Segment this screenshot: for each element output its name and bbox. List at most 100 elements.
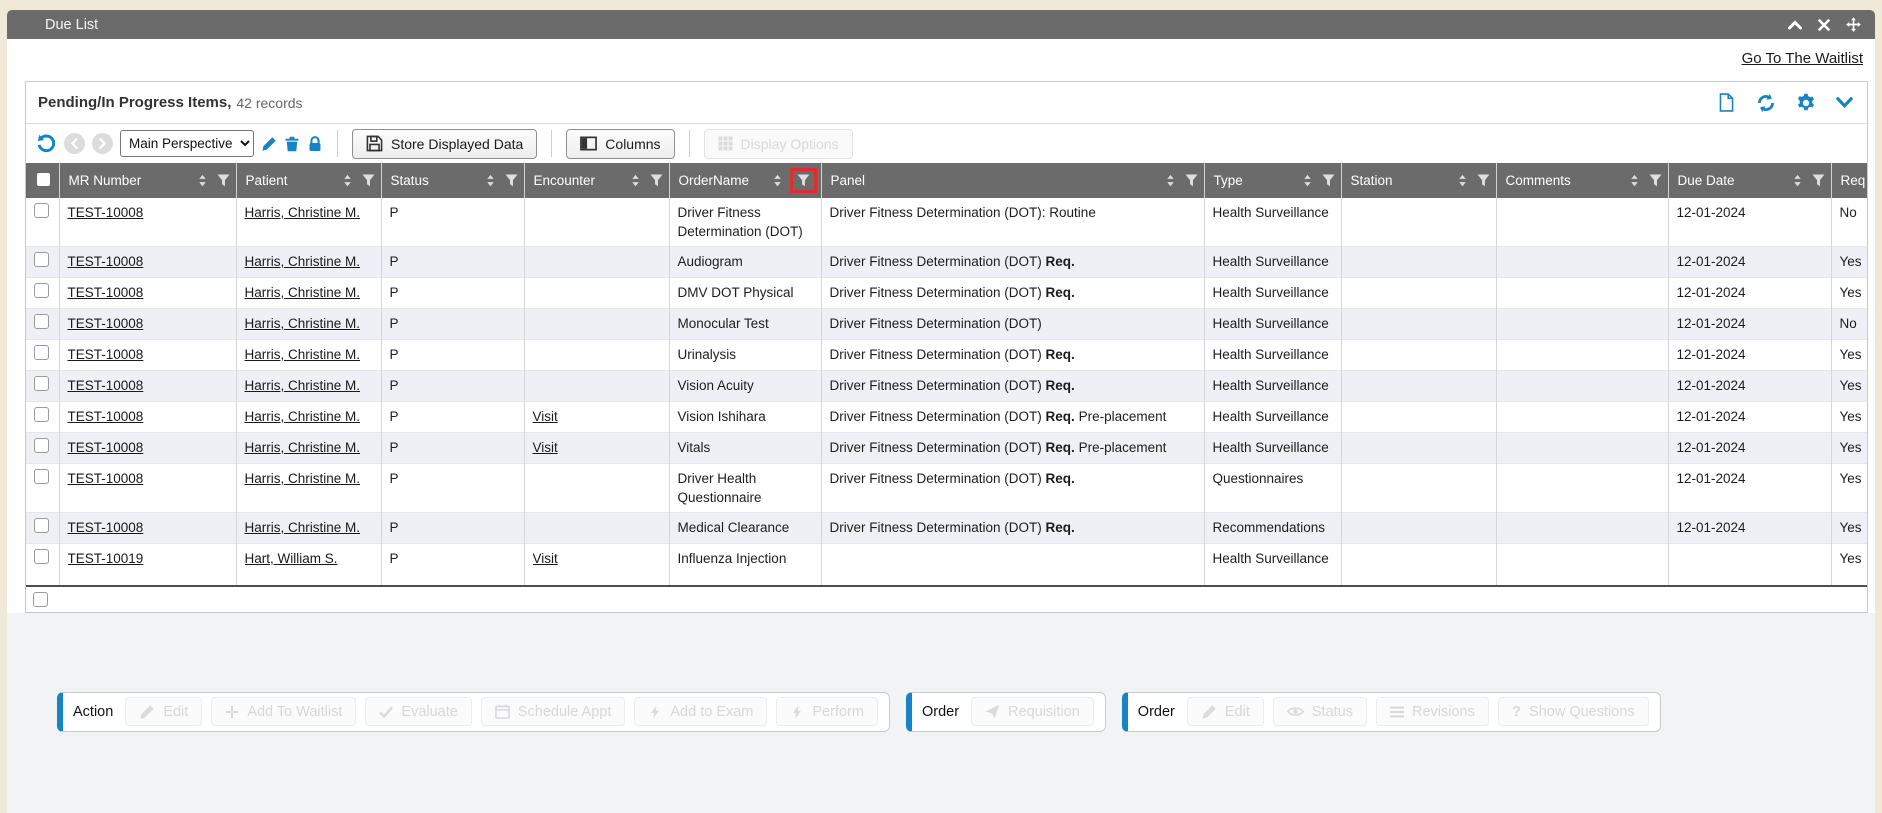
visit-link[interactable]: Visit: [533, 551, 558, 566]
display-options-button[interactable]: Display Options: [704, 129, 853, 159]
column-header-due[interactable]: Due Date: [1668, 163, 1831, 198]
funnel-icon[interactable]: [505, 174, 518, 187]
sort-icon[interactable]: [1628, 174, 1641, 187]
visit-link[interactable]: Visit: [533, 440, 558, 455]
add-to-exam-button[interactable]: Add to Exam: [634, 697, 767, 726]
previous-perspective-button[interactable]: [64, 133, 85, 154]
revisions-button[interactable]: Revisions: [1376, 697, 1489, 726]
row-checkbox[interactable]: [34, 407, 49, 422]
funnel-icon[interactable]: [1477, 174, 1490, 187]
funnel-icon[interactable]: [1322, 174, 1335, 187]
funnel-icon[interactable]: [217, 174, 230, 187]
collapse-panel-button[interactable]: [1836, 94, 1853, 111]
mr-number-link[interactable]: TEST-10008: [68, 471, 144, 486]
column-header-patient[interactable]: Patient: [236, 163, 381, 198]
patient-link[interactable]: Harris, Christine M.: [245, 205, 361, 220]
perspective-select[interactable]: Main Perspective: [120, 130, 254, 157]
mr-number-link[interactable]: TEST-10008: [68, 520, 144, 535]
patient-link[interactable]: Harris, Christine M.: [245, 347, 361, 362]
mr-number-link[interactable]: TEST-10008: [68, 316, 144, 331]
sort-icon[interactable]: [1164, 174, 1177, 187]
sort-icon[interactable]: [629, 174, 642, 187]
next-perspective-button[interactable]: [92, 133, 113, 154]
status-button[interactable]: Status: [1273, 697, 1367, 726]
close-button[interactable]: [1818, 19, 1830, 31]
mr-number-link[interactable]: TEST-10008: [68, 205, 144, 220]
go-to-waitlist-link[interactable]: Go To The Waitlist: [1742, 50, 1863, 67]
patient-link[interactable]: Harris, Christine M.: [245, 316, 361, 331]
row-checkbox[interactable]: [34, 203, 49, 218]
store-displayed-data-button[interactable]: Store Displayed Data: [352, 129, 537, 159]
funnel-icon[interactable]: [362, 174, 375, 187]
row-checkbox[interactable]: [34, 438, 49, 453]
edit-button[interactable]: Edit: [125, 697, 202, 726]
evaluate-button[interactable]: Evaluate: [365, 697, 471, 726]
sort-icon[interactable]: [484, 174, 497, 187]
row-checkbox[interactable]: [34, 376, 49, 391]
sort-icon[interactable]: [1301, 174, 1314, 187]
row-checkbox[interactable]: [34, 345, 49, 360]
patient-link[interactable]: Harris, Christine M.: [245, 378, 361, 393]
patient-link[interactable]: Harris, Christine M.: [245, 254, 361, 269]
columns-button[interactable]: Columns: [566, 129, 674, 159]
mr-number-link[interactable]: TEST-10008: [68, 254, 144, 269]
column-header-station[interactable]: Station: [1341, 163, 1496, 198]
patient-link[interactable]: Hart, William S.: [245, 551, 338, 566]
mr-number-link[interactable]: TEST-10008: [68, 347, 144, 362]
column-header-encounter[interactable]: Encounter: [524, 163, 669, 198]
column-header-status[interactable]: Status: [381, 163, 524, 198]
mr-number-link[interactable]: TEST-10019: [68, 551, 144, 566]
select-all-header[interactable]: [26, 163, 59, 198]
edit-perspective-button[interactable]: [261, 136, 277, 152]
sort-icon[interactable]: [1456, 174, 1469, 187]
row-checkbox[interactable]: [34, 549, 49, 564]
funnel-icon[interactable]: [1812, 174, 1825, 187]
move-button[interactable]: [1846, 17, 1861, 32]
patient-link[interactable]: Harris, Christine M.: [245, 285, 361, 300]
funnel-icon[interactable]: [1649, 174, 1662, 187]
mr-number-link[interactable]: TEST-10008: [68, 409, 144, 424]
row-checkbox[interactable]: [34, 469, 49, 484]
patient-link[interactable]: Harris, Christine M.: [245, 520, 361, 535]
undo-button[interactable]: [36, 133, 57, 154]
funnel-icon[interactable]: [1185, 174, 1198, 187]
perform-button[interactable]: Perform: [776, 697, 878, 726]
funnel-icon[interactable]: [797, 174, 810, 187]
row-checkbox[interactable]: [34, 314, 49, 329]
funnel-icon[interactable]: [650, 174, 663, 187]
column-header-panel[interactable]: Panel: [821, 163, 1204, 198]
patient-link[interactable]: Harris, Christine M.: [245, 409, 361, 424]
settings-button[interactable]: [1796, 93, 1816, 113]
requisition-button[interactable]: Requisition: [971, 697, 1094, 726]
row-checkbox[interactable]: [34, 283, 49, 298]
sort-icon[interactable]: [771, 174, 784, 187]
select-all-checkbox[interactable]: [37, 173, 50, 186]
row-checkbox[interactable]: [34, 252, 49, 267]
edit-button[interactable]: Edit: [1187, 697, 1264, 726]
column-header-order[interactable]: OrderName: [669, 163, 821, 198]
patient-link[interactable]: Harris, Christine M.: [245, 440, 361, 455]
visit-link[interactable]: Visit: [533, 409, 558, 424]
sort-icon[interactable]: [196, 174, 209, 187]
column-header-mr[interactable]: MR Number: [59, 163, 236, 198]
schedule-appt-button[interactable]: Schedule Appt: [481, 697, 626, 726]
column-header-req[interactable]: Req: [1831, 163, 1867, 198]
column-header-type[interactable]: Type: [1204, 163, 1341, 198]
mr-number-link[interactable]: TEST-10008: [68, 378, 144, 393]
refresh-button[interactable]: [1756, 93, 1776, 113]
titlebar[interactable]: Due List: [7, 10, 1875, 39]
sort-icon[interactable]: [1791, 174, 1804, 187]
sort-icon[interactable]: [341, 174, 354, 187]
collapse-button[interactable]: [1788, 18, 1802, 32]
show-questions-button[interactable]: ?Show Questions: [1498, 697, 1649, 726]
column-header-comments[interactable]: Comments: [1496, 163, 1668, 198]
delete-perspective-button[interactable]: [284, 136, 300, 152]
patient-link[interactable]: Harris, Christine M.: [245, 471, 361, 486]
mr-number-link[interactable]: TEST-10008: [68, 440, 144, 455]
row-checkbox[interactable]: [33, 592, 48, 607]
mr-number-link[interactable]: TEST-10008: [68, 285, 144, 300]
lock-perspective-button[interactable]: [307, 136, 323, 152]
row-checkbox[interactable]: [34, 518, 49, 533]
add-to-waitlist-button[interactable]: Add To Waitlist: [211, 697, 356, 726]
new-file-button[interactable]: [1717, 93, 1736, 112]
